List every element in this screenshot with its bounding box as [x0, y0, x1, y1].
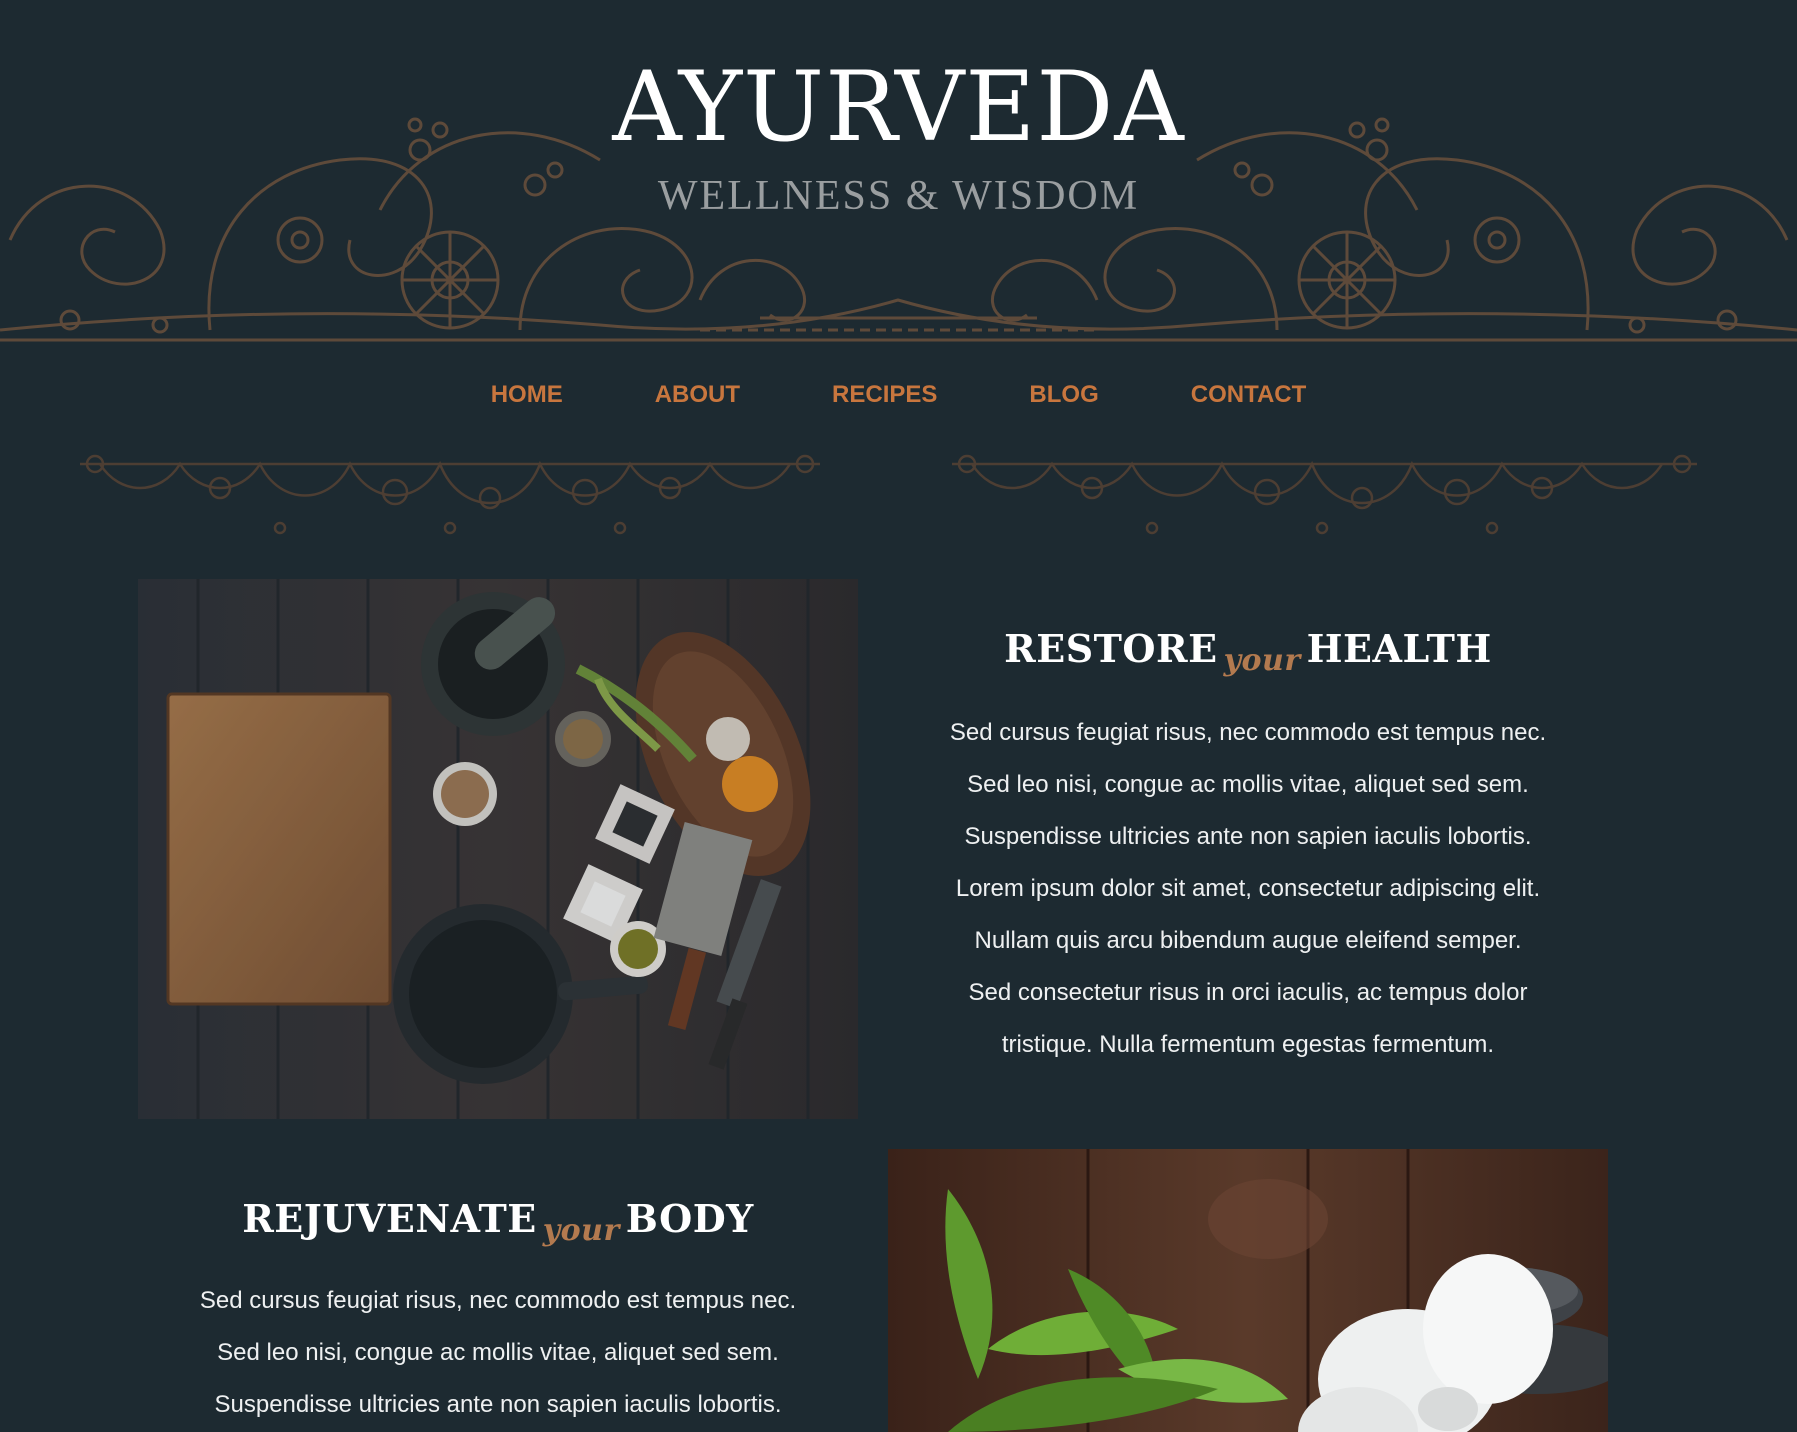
site-title: AYURVEDA: [612, 51, 1185, 163]
body-line: Lorem ipsum dolor sit amet, consectetur …: [955, 875, 1541, 902]
heading-after: BODY: [625, 1196, 754, 1241]
site-subtitle: WELLNESS & WISDOM: [657, 173, 1140, 219]
page: AYURVEDA WELLNESS & WISDOM HOME ABOUT RE…: [0, 0, 1797, 1432]
nav-home[interactable]: HOME: [491, 370, 563, 420]
heading-before: RESTORE: [1004, 626, 1218, 671]
nav-contact[interactable]: CONTACT: [1191, 370, 1307, 420]
nav-blog[interactable]: BLOG: [1029, 370, 1098, 420]
body-line: Sed leo nisi, congue ac mollis vitae, al…: [217, 1339, 779, 1366]
heading-script: your: [542, 1213, 620, 1248]
body-line: Suspendisse ultricies ante non sapien ia…: [964, 823, 1532, 850]
restore-health-section: RESTORE your HEALTH Sed cursus feugiat ris…: [900, 626, 1596, 1071]
nav-about[interactable]: ABOUT: [655, 370, 740, 420]
rejuvenate-body-section: REJUVENATE your BODY Sed cursus feugiat ri…: [138, 1196, 858, 1431]
heading-before: REJUVENATE: [242, 1196, 537, 1241]
spa-orchid-image: [888, 1149, 1608, 1432]
restore-health-heading: RESTORE your HEALTH: [900, 626, 1596, 678]
site-header: AYURVEDA WELLNESS & WISDOM: [0, 0, 1797, 350]
heading-after: HEALTH: [1306, 626, 1492, 671]
body-line: Sed consectetur risus in orci iaculis, a…: [968, 979, 1528, 1006]
nav-divider-ornament: [80, 454, 1697, 535]
heading-script: your: [1223, 643, 1301, 678]
body-line: Sed cursus feugiat risus, nec commodo es…: [199, 1287, 797, 1314]
rejuvenate-body-body: Sed cursus feugiat risus, nec commodo es…: [138, 1275, 858, 1431]
body-line: tristique. Nulla fermentum egestas ferme…: [1001, 1031, 1495, 1058]
kitchen-tools-image: [138, 579, 858, 1119]
main-nav: HOME ABOUT RECIPES BLOG CONTACT: [0, 370, 1797, 420]
nav-recipes[interactable]: RECIPES: [832, 370, 937, 420]
body-line: Sed cursus feugiat risus, nec commodo es…: [949, 719, 1547, 746]
rejuvenate-body-heading: REJUVENATE your BODY: [138, 1196, 858, 1248]
body-line: Nullam quis arcu bibendum augue eleifend…: [974, 927, 1522, 954]
body-line: Suspendisse ultricies ante non sapien ia…: [214, 1391, 782, 1418]
restore-health-body: Sed cursus feugiat risus, nec commodo es…: [900, 707, 1596, 1071]
body-line: Sed leo nisi, congue ac mollis vitae, al…: [967, 771, 1529, 798]
